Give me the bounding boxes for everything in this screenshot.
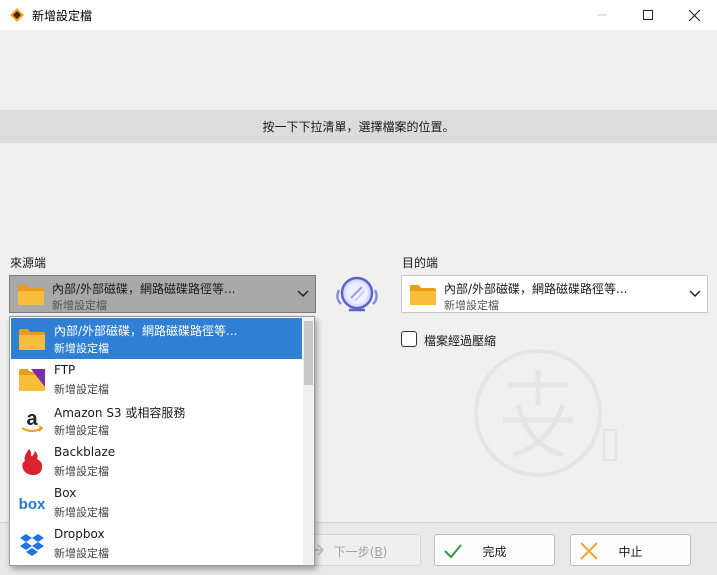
finish-button[interactable]: 完成 xyxy=(434,534,555,566)
ftp-folder-icon xyxy=(19,369,45,391)
dropdown-item-sub: 新增設定檔 xyxy=(54,506,109,519)
compress-checkbox[interactable] xyxy=(401,331,417,347)
source-combobox[interactable]: 內部/外部磁碟，網路磁碟路徑等... 新增設定檔 xyxy=(9,275,316,313)
svg-text:a: a xyxy=(26,408,38,430)
source-selected-name: 內部/外部磁碟，網路磁碟路徑等... xyxy=(52,282,236,296)
source-label: 來源端 xyxy=(10,256,47,270)
dropdown-scroll-thumb[interactable] xyxy=(304,321,313,385)
folder-icon xyxy=(19,329,45,350)
destination-label: 目的端 xyxy=(402,256,439,270)
header-area xyxy=(0,30,717,110)
destination-selected-sub: 新增設定檔 xyxy=(444,299,499,312)
dropdown-item-backblaze[interactable]: Backblaze 新增設定檔 xyxy=(11,441,302,482)
app-logo-icon xyxy=(10,8,24,22)
destination-selected-name: 內部/外部磁碟，網路磁碟路徑等... xyxy=(444,282,628,296)
abort-button[interactable]: 中止 xyxy=(570,534,691,566)
destination-combobox[interactable]: 內部/外部磁碟，網路磁碟路徑等... 新增設定檔 xyxy=(401,275,708,313)
watermark-seal-icon xyxy=(474,349,617,477)
dropdown-item-sub: 新增設定檔 xyxy=(54,383,109,396)
dropbox-icon xyxy=(20,534,44,556)
sync-direction-icon[interactable] xyxy=(333,270,381,318)
dropdown-item-name: Backblaze xyxy=(54,445,116,459)
minimize-icon xyxy=(597,14,607,16)
dropdown-item-local-disk[interactable]: 內部/外部磁碟，網路磁碟路徑等... 新增設定檔 xyxy=(11,318,302,359)
close-icon xyxy=(688,9,700,21)
backblaze-icon xyxy=(22,449,43,475)
close-button[interactable] xyxy=(671,0,717,30)
dropdown-item-sub: 新增設定檔 xyxy=(54,547,109,560)
source-dropdown-list[interactable]: 內部/外部磁碟，網路磁碟路徑等... 新增設定檔 FTP 新增設定檔 a Ama… xyxy=(9,316,315,566)
instruction-banner: 按一下下拉清單，選擇檔案的位置。 xyxy=(0,110,717,143)
next-button[interactable]: 下一步(B) xyxy=(300,534,421,566)
dropdown-item-name: Dropbox xyxy=(54,527,105,541)
window-title: 新增設定檔 xyxy=(32,9,93,23)
folder-icon xyxy=(18,285,44,305)
dropdown-item-sub: 新增設定檔 xyxy=(54,424,109,437)
minimize-button[interactable] xyxy=(579,0,625,30)
source-selected-sub: 新增設定檔 xyxy=(52,299,107,312)
maximize-icon xyxy=(643,10,653,20)
chevron-down-icon xyxy=(689,290,701,298)
finish-label: 完成 xyxy=(482,545,507,559)
dropdown-item-box[interactable]: box Box 新增設定檔 xyxy=(11,482,302,523)
dropdown-item-name: 內部/外部磁碟，網路磁碟路徑等... xyxy=(54,324,238,338)
dropdown-item-dropbox[interactable]: Dropbox 新增設定檔 xyxy=(11,523,302,564)
amazon-icon: a xyxy=(21,408,44,432)
dropdown-item-name: Box xyxy=(54,486,77,500)
dropdown-item-ftp[interactable]: FTP 新增設定檔 xyxy=(11,359,302,400)
instruction-text: 按一下下拉清單，選擇檔案的位置。 xyxy=(262,120,455,134)
folder-icon xyxy=(410,285,436,305)
chevron-down-icon xyxy=(297,290,309,298)
box-icon: box xyxy=(19,496,46,513)
dropdown-item-sub: 新增設定檔 xyxy=(54,465,109,478)
dropdown-item-name: Amazon S3 或相容服務 xyxy=(54,406,186,420)
abort-label: 中止 xyxy=(618,545,643,559)
svg-text:box: box xyxy=(19,496,46,513)
next-label: 下一步(B) xyxy=(333,545,388,559)
title-bar[interactable]: 新增設定檔 xyxy=(0,0,717,30)
compress-label[interactable]: 檔案經過壓縮 xyxy=(424,332,496,349)
maximize-button[interactable] xyxy=(625,0,671,30)
dropdown-item-sub: 新增設定檔 xyxy=(54,342,109,355)
dropdown-item-name: FTP xyxy=(54,363,76,377)
dropdown-item-amazon-s3[interactable]: a Amazon S3 或相容服務 新增設定檔 xyxy=(11,400,302,441)
